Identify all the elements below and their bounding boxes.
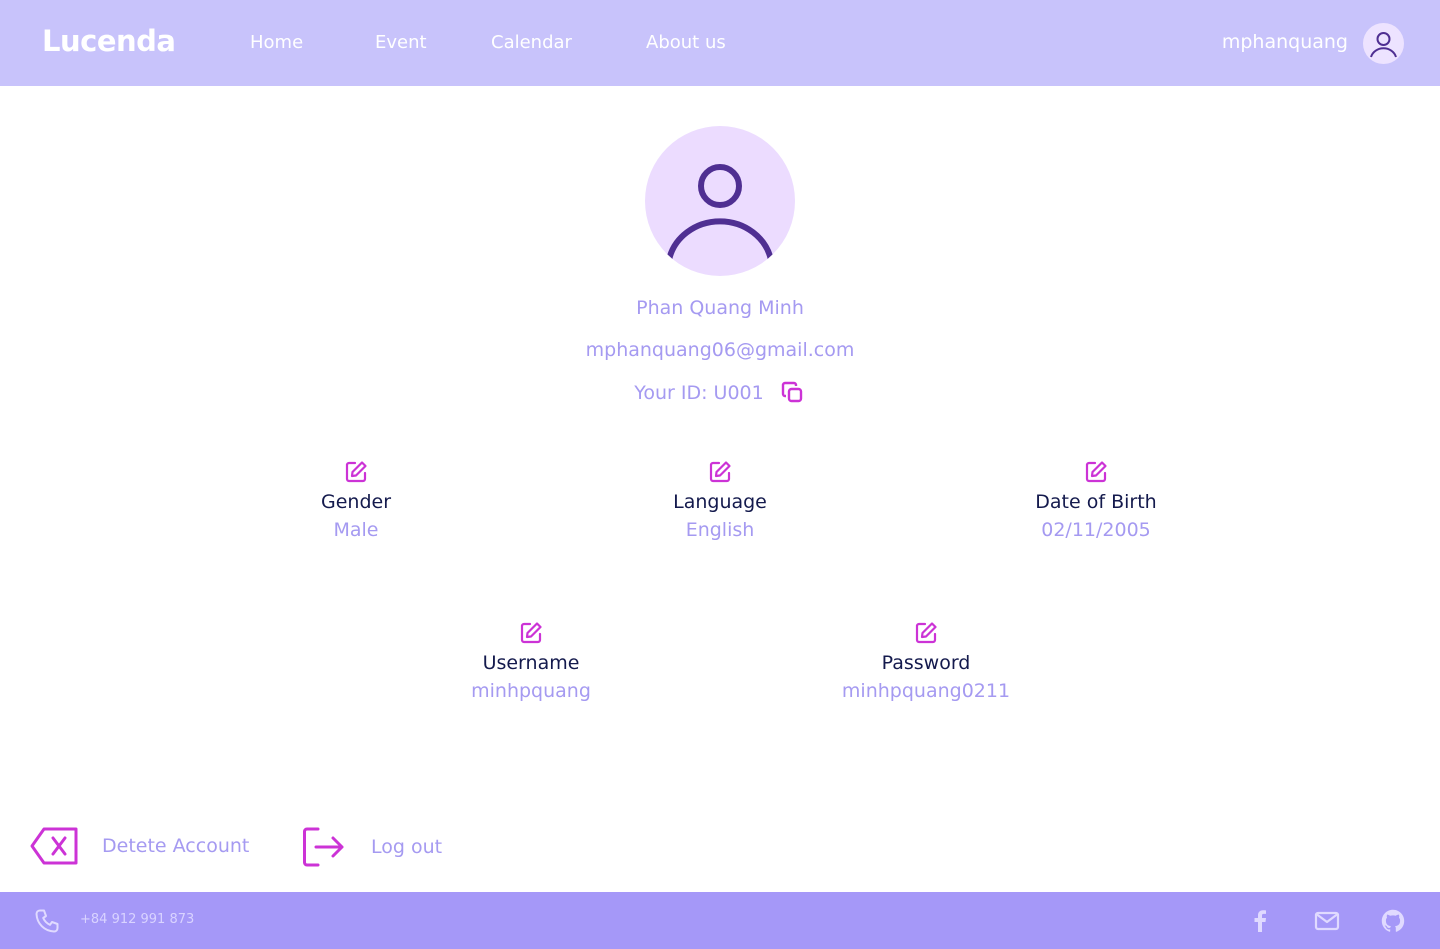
- delete-account-label: Detete Account: [102, 835, 250, 857]
- delete-account-button[interactable]: Detete Account: [30, 826, 249, 866]
- language-field: Language English: [590, 459, 850, 541]
- user-id: Your ID: U001: [634, 382, 764, 404]
- user-id-row: Your ID: U001: [0, 380, 1440, 406]
- dob-value: 02/11/2005: [1041, 519, 1151, 541]
- nav-calendar[interactable]: Calendar: [491, 32, 572, 53]
- user-avatar-icon[interactable]: [1363, 23, 1404, 64]
- username-field: Username minhpquang: [401, 620, 661, 702]
- header-username[interactable]: mphanquang: [1222, 31, 1348, 53]
- gender-field: Gender Male: [226, 459, 486, 541]
- edit-icon[interactable]: [913, 620, 939, 646]
- language-value: English: [685, 519, 755, 541]
- delete-backspace-icon: [30, 827, 78, 865]
- user-icon: [666, 164, 774, 261]
- footer: +84 912 991 873: [0, 892, 1440, 949]
- dob-field: Date of Birth 02/11/2005: [966, 459, 1226, 541]
- footer-phone: +84 912 991 873: [80, 912, 195, 927]
- logout-button[interactable]: Log out: [302, 826, 442, 868]
- password-value: minhpquang0211: [841, 680, 1011, 702]
- gender-label: Gender: [320, 491, 392, 513]
- facebook-icon[interactable]: [1247, 908, 1273, 934]
- language-label: Language: [673, 491, 767, 513]
- nav-home[interactable]: Home: [250, 32, 303, 53]
- logout-label: Log out: [371, 836, 443, 858]
- profile-full-name: Phan Quang Minh: [636, 297, 804, 319]
- gender-value: Male: [333, 519, 379, 541]
- mail-icon[interactable]: [1314, 908, 1340, 934]
- username-value: minhpquang: [471, 680, 591, 702]
- logout-icon: [303, 827, 344, 867]
- username-label: Username: [482, 652, 580, 674]
- edit-icon[interactable]: [707, 459, 733, 485]
- app-logo[interactable]: Lucenda: [42, 24, 176, 58]
- edit-icon[interactable]: [1083, 459, 1109, 485]
- edit-icon[interactable]: [343, 459, 369, 485]
- password-label: Password: [881, 652, 971, 674]
- github-icon[interactable]: [1380, 908, 1406, 934]
- password-field: Password minhpquang0211: [796, 620, 1056, 702]
- top-navbar: Lucenda Home Event Calendar About us mph…: [0, 0, 1440, 86]
- nav-about-us[interactable]: About us: [646, 32, 726, 53]
- profile-avatar: [645, 126, 795, 276]
- copy-icon[interactable]: [780, 380, 806, 406]
- edit-icon[interactable]: [518, 620, 544, 646]
- dob-label: Date of Birth: [1035, 491, 1157, 513]
- profile-email: mphanquang06@gmail.com: [585, 339, 855, 361]
- phone-icon: [35, 909, 59, 933]
- nav-event[interactable]: Event: [375, 32, 427, 53]
